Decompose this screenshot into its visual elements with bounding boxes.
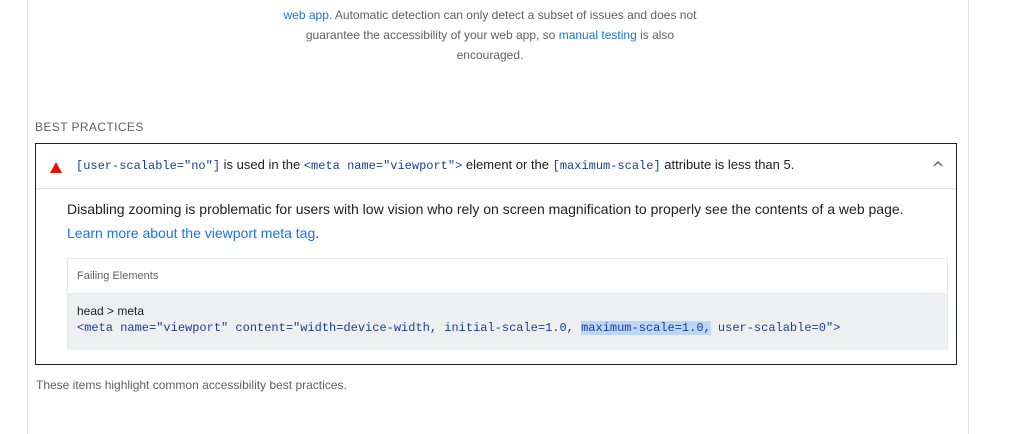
section-footer-note: These items highlight common accessibili…	[36, 378, 347, 392]
audit-description-text: Disabling zooming is problematic for use…	[67, 201, 904, 217]
node-path: head > meta	[77, 304, 145, 318]
audit-title-text-2: element or the	[462, 157, 553, 172]
lighthouse-report-page: web app. Automatic detection can only de…	[0, 0, 1024, 434]
failing-element-row[interactable]: head > meta <meta name="viewport" conten…	[68, 294, 947, 350]
audit-title-code-3: [maximum-scale]	[552, 159, 661, 173]
node-snippet: <meta name="viewport" content="width=dev…	[77, 319, 947, 337]
audit-title: [user-scalable="no"] is used in the <met…	[76, 157, 794, 173]
failing-elements-header: Failing Elements	[68, 259, 947, 294]
snippet-after: user-scalable=0">	[710, 321, 841, 335]
fail-triangle-icon	[50, 162, 62, 173]
audit-title-text-1: is used in the	[220, 157, 304, 172]
manual-testing-link[interactable]: manual testing	[559, 28, 637, 42]
snippet-before: <meta name="viewport" content="width=dev…	[77, 321, 582, 335]
failing-elements-table: Failing Elements head > meta <meta name=…	[67, 258, 948, 350]
audit-title-text-3: attribute is less than 5.	[660, 157, 795, 172]
web-app-link[interactable]: web app	[284, 8, 329, 22]
audit-title-code-1: [user-scalable="no"]	[76, 159, 221, 173]
manual-check-intro: web app. Automatic detection can only de…	[280, 5, 700, 65]
section-title: BEST PRACTICES	[35, 120, 144, 134]
audit-description: Disabling zooming is problematic for use…	[67, 197, 937, 245]
learn-more-link[interactable]: Learn more about the viewport meta tag	[67, 225, 315, 241]
audit-title-code-2: <meta name="viewport">	[303, 159, 463, 173]
audit-meta-viewport: [user-scalable="no"] is used in the <met…	[35, 143, 957, 365]
audit-description-end: .	[315, 225, 320, 241]
chevron-up-icon[interactable]	[932, 158, 944, 170]
snippet-highlight: maximum-scale=1.0,	[581, 321, 711, 335]
audit-header[interactable]: [user-scalable="no"] is used in the <met…	[36, 144, 956, 189]
